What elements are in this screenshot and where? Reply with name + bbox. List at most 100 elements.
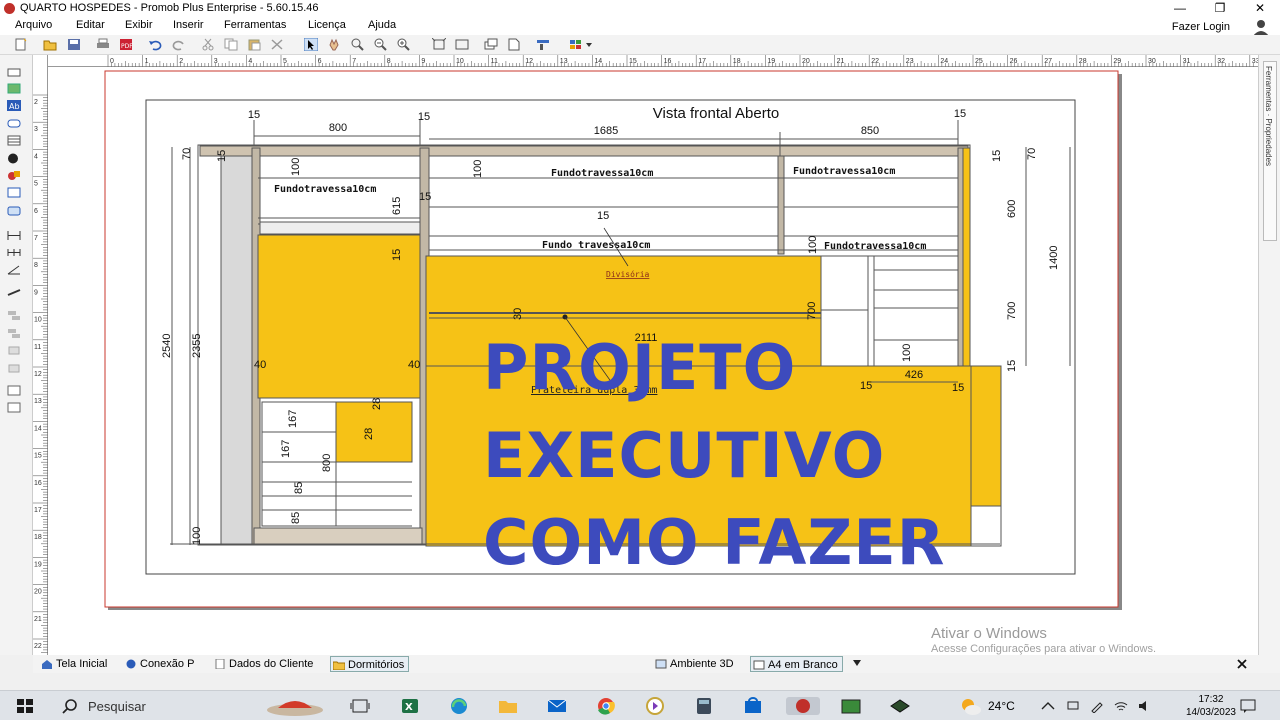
menu-editar[interactable]: Editar: [76, 19, 105, 31]
order-tool-icon[interactable]: [7, 363, 21, 374]
redo-icon[interactable]: [172, 38, 186, 51]
dim-15-p: 15: [860, 380, 872, 392]
drawing-canvas[interactable]: 15 800 15 1685 850 15 Vista frontal Aber…: [48, 67, 1258, 655]
menu-exibir[interactable]: Exibir: [125, 19, 153, 31]
edge-icon[interactable]: [448, 697, 470, 715]
copy-icon[interactable]: [224, 38, 238, 51]
arrange-tool-icon[interactable]: [7, 345, 21, 356]
zoom-in-icon[interactable]: [396, 38, 410, 51]
table-tool-icon[interactable]: [7, 135, 21, 146]
task-view-icon[interactable]: [349, 697, 371, 715]
maximize-button[interactable]: ❐: [1200, 0, 1240, 17]
group-tool-icon[interactable]: [7, 328, 21, 339]
menu-inserir[interactable]: Inserir: [173, 19, 204, 31]
excel-icon[interactable]: X: [399, 697, 421, 715]
layers-icon[interactable]: [484, 38, 498, 51]
user-icon[interactable]: [1250, 18, 1272, 36]
pen-icon[interactable]: [1090, 699, 1104, 713]
pan-hand-icon[interactable]: [327, 38, 341, 51]
media-player-icon[interactable]: [644, 697, 666, 715]
taskbar-search[interactable]: Pesquisar: [50, 692, 330, 720]
info-tool-icon[interactable]: [7, 153, 21, 164]
chevron-up-icon[interactable]: [1041, 701, 1055, 711]
color-palette-icon[interactable]: [569, 38, 593, 51]
close-button[interactable]: ✕: [1240, 0, 1280, 17]
distribute-tool-icon[interactable]: [7, 385, 21, 396]
promob-taskbar-button[interactable]: [786, 697, 820, 715]
vertical-ruler[interactable]: 2 3 4 5 6 7 8 9 10 11 12 13 14 15 16 17 18 19 20 21 22: [33, 55, 48, 655]
dimension-chain-icon[interactable]: [7, 247, 21, 258]
ruler-label: 7: [34, 235, 38, 242]
search-icon: [62, 699, 77, 714]
save-icon[interactable]: [67, 38, 81, 51]
text-tool-icon[interactable]: Ab: [7, 100, 21, 111]
system-clock[interactable]: 17:32 14/03/2023: [1186, 693, 1236, 719]
network-icon[interactable]: [1066, 699, 1080, 713]
weather-widget[interactable]: 24°C: [956, 695, 1026, 717]
mail-icon[interactable]: [546, 697, 568, 715]
tab-dados-cliente[interactable]: Dados do Cliente: [212, 656, 313, 672]
tab-conexao[interactable]: Conexão P: [123, 656, 194, 672]
view-tool-icon[interactable]: [7, 205, 21, 216]
chrome-icon[interactable]: [595, 697, 617, 715]
window-title: QUARTO HOSPEDES - Promob Plus Enterprise…: [20, 2, 319, 14]
rectangle-tool-icon[interactable]: [7, 67, 21, 78]
extents-icon[interactable]: [455, 38, 469, 51]
minimize-button[interactable]: —: [1160, 0, 1200, 17]
ruler-label: 10: [456, 58, 464, 65]
paste-icon[interactable]: [247, 38, 261, 51]
notification-icon[interactable]: [1240, 699, 1256, 713]
wifi-icon[interactable]: [1114, 699, 1128, 713]
close-tab-icon[interactable]: [1237, 659, 1247, 669]
label-divisoria: Divisória: [606, 269, 650, 279]
undo-icon[interactable]: [148, 38, 162, 51]
cut-icon[interactable]: [201, 38, 215, 51]
menu-ajuda[interactable]: Ajuda: [368, 19, 396, 31]
terminal-icon[interactable]: [840, 697, 862, 715]
tab-dormitorios[interactable]: Dormitórios: [330, 656, 410, 672]
login-link[interactable]: Fazer Login: [1172, 21, 1230, 33]
properties-icon[interactable]: [536, 38, 550, 51]
tab-a4-em-branco[interactable]: A4 em Branco: [750, 656, 843, 672]
calculator-icon[interactable]: [693, 697, 715, 715]
frame-tool-icon[interactable]: [7, 187, 21, 198]
menu-arquivo[interactable]: Arquivo: [15, 19, 52, 31]
dim-1685: 1685: [594, 125, 618, 137]
properties-tab[interactable]: Ferramentas · Propriedades: [1263, 61, 1277, 241]
dim-40-b: 40: [408, 359, 420, 371]
measure-tool-icon[interactable]: [7, 287, 21, 298]
print-icon[interactable]: [96, 38, 110, 51]
tab-tela-inicial[interactable]: Tela Inicial: [39, 656, 107, 672]
ruler-label: 6: [318, 58, 322, 65]
app-icon-extra[interactable]: [889, 697, 911, 715]
delete-icon[interactable]: [270, 38, 284, 51]
store-icon[interactable]: [742, 697, 764, 715]
shapes-tool-icon[interactable]: [7, 170, 21, 181]
tab-dropdown-icon[interactable]: [853, 660, 861, 666]
zoom-out-icon[interactable]: [373, 38, 387, 51]
snap-tool-icon[interactable]: [7, 402, 21, 413]
horizontal-ruler[interactable]: 0 1 2 3 4 5 6 7 8 9 10 11 12 13 14 15 16 17 18 19 20 21 22 23 24…: [48, 55, 1260, 67]
image-tool-icon[interactable]: [7, 83, 21, 94]
dim-15-n: 15: [391, 249, 403, 261]
zoom-area-icon[interactable]: [350, 38, 364, 51]
menu-ferramentas[interactable]: Ferramentas: [224, 19, 286, 31]
open-folder-icon[interactable]: [43, 38, 57, 51]
label-tool-icon[interactable]: [7, 118, 21, 129]
tab-ambiente-3d[interactable]: Ambiente 3D: [653, 656, 734, 672]
angle-dimension-icon[interactable]: [7, 264, 21, 275]
align-tool-icon[interactable]: [7, 310, 21, 321]
headline-line-3: COMO FAZER: [483, 506, 946, 579]
dimension-horizontal-icon[interactable]: [7, 230, 21, 241]
menu-licenca[interactable]: Licença: [308, 19, 346, 31]
ruler-label: 22: [34, 643, 42, 650]
select-pointer-icon[interactable]: [304, 38, 318, 51]
windows-start-icon[interactable]: [14, 697, 36, 715]
dim-15-o: 15: [597, 210, 609, 222]
file-explorer-icon[interactable]: [497, 697, 519, 715]
pdf-icon[interactable]: PDF: [119, 38, 133, 51]
new-file-icon[interactable]: [14, 38, 28, 51]
volume-icon[interactable]: [1137, 699, 1151, 713]
fit-view-icon[interactable]: [432, 38, 446, 51]
page-icon[interactable]: [507, 38, 521, 51]
